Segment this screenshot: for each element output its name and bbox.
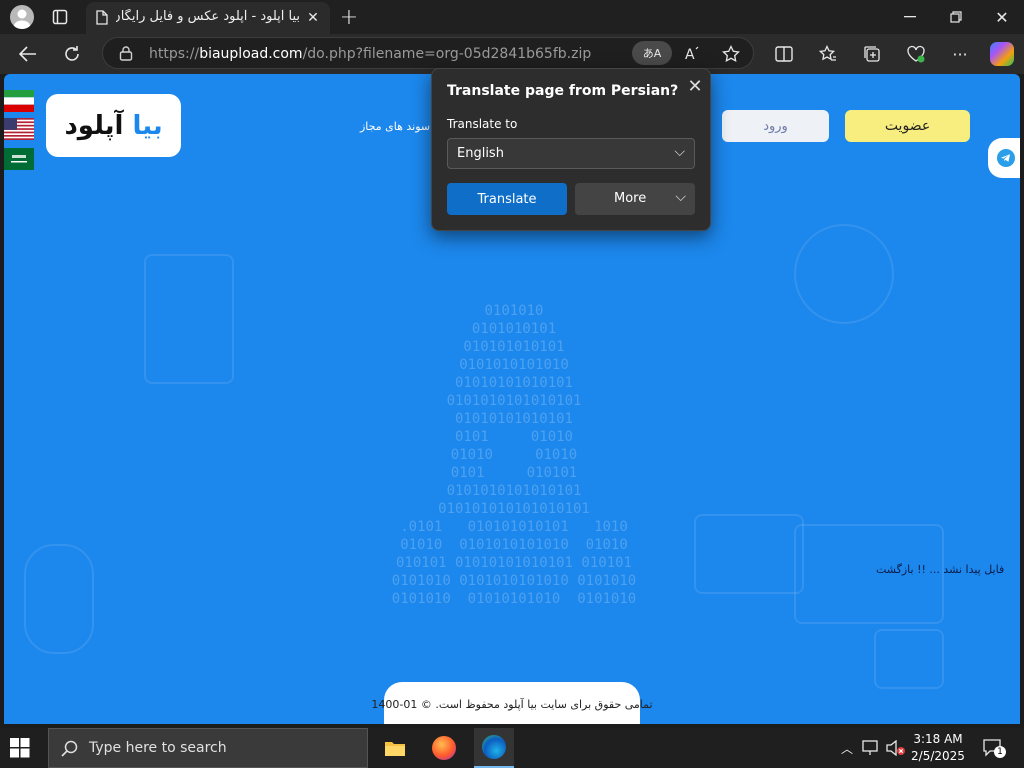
- edge-taskbar-icon[interactable]: [474, 728, 514, 768]
- login-button[interactable]: ورود: [722, 110, 829, 142]
- show-hidden-icons-chevron[interactable]: ︿: [838, 738, 856, 758]
- background-decoration: [874, 629, 944, 689]
- url-text[interactable]: https://biaupload.com/do.php?filename=or…: [149, 46, 591, 62]
- more-options-button[interactable]: More ⌵: [575, 183, 695, 215]
- windows-taskbar: Type here to search ︿ 3:18 AM 2/5/2025 1: [0, 728, 1024, 768]
- new-tab-button[interactable]: +: [338, 4, 360, 30]
- translate-button[interactable]: Translate: [447, 183, 567, 215]
- browser-essentials-icon[interactable]: [904, 42, 928, 66]
- translate-popup-title: Translate page from Persian?: [447, 83, 679, 99]
- restore-icon[interactable]: [944, 6, 968, 28]
- browser-tab-active[interactable]: بیا آپلود - آپلود عکس و فایل رایگان ✕: [86, 2, 330, 34]
- copyright-footer: تمامی حقوق برای سایت بیا آپلود محفوظ است…: [371, 682, 653, 724]
- window-close-icon[interactable]: ✕: [990, 5, 1014, 29]
- binary-background-art: 0101010 0101010101 010101010101 01010101…: [391, 303, 637, 607]
- user-icon: [14, 9, 30, 29]
- minimize-icon[interactable]: [898, 6, 922, 28]
- file-not-found-return-link[interactable]: فایل پیدا نشد ... !! بازگشت: [876, 563, 1004, 576]
- tab-close-icon[interactable]: ✕: [304, 9, 322, 27]
- address-bar[interactable]: https://biaupload.com/do.php?filename=or…: [102, 37, 754, 69]
- favorites-icon[interactable]: [816, 42, 840, 66]
- site-logo[interactable]: بیا آپلود: [46, 94, 181, 157]
- tab-title: بیا آپلود - آپلود عکس و فایل رایگان: [116, 9, 300, 24]
- chevron-down-icon: ⌵: [675, 189, 686, 205]
- signup-button[interactable]: عضویت: [845, 110, 970, 142]
- tab-actions-icon[interactable]: [50, 7, 70, 27]
- copilot-icon[interactable]: [990, 42, 1014, 66]
- logo-text-upload: آپلود: [64, 110, 124, 141]
- url-prefix: https://: [149, 46, 200, 62]
- more-button-label: More: [614, 191, 647, 206]
- telegram-button[interactable]: [988, 138, 1020, 178]
- iran-flag-icon[interactable]: [4, 90, 34, 112]
- read-aloud-icon[interactable]: A: [681, 42, 705, 66]
- us-flag-icon[interactable]: [4, 118, 34, 140]
- popup-close-icon[interactable]: ✕: [684, 75, 706, 97]
- windows-logo-icon: [10, 738, 30, 758]
- svg-text:A: A: [685, 47, 695, 62]
- taskbar-clock[interactable]: 3:18 AM 2/5/2025: [908, 731, 968, 765]
- background-decoration: [794, 224, 894, 324]
- more-menu-icon[interactable]: ···: [948, 42, 972, 66]
- background-decoration: [24, 544, 94, 654]
- allowed-extensions-link[interactable]: سوند های مجاز: [360, 120, 430, 133]
- collections-icon[interactable]: [860, 42, 884, 66]
- refresh-icon[interactable]: [60, 42, 84, 66]
- search-icon: [61, 740, 78, 757]
- translate-popup: Translate page from Persian? ✕ Translate…: [431, 68, 711, 231]
- favorite-star-icon[interactable]: [719, 42, 743, 66]
- saudi-flag-icon[interactable]: [4, 148, 34, 170]
- chevron-down-icon: ⌵: [674, 144, 685, 160]
- selected-language: English: [457, 146, 504, 161]
- telegram-icon: [997, 149, 1015, 167]
- url-path: /do.php?filename=org-05d2841b65fb.zip: [302, 46, 592, 62]
- page-icon: [96, 10, 108, 25]
- clock-time: 3:18 AM: [913, 732, 963, 746]
- volume-muted-icon[interactable]: [886, 739, 906, 757]
- profile-avatar[interactable]: [10, 5, 34, 29]
- translate-page-icon[interactable]: あA: [632, 41, 672, 65]
- logo-text-bia: بیا: [132, 110, 163, 141]
- notifications-icon[interactable]: 1: [982, 738, 1006, 758]
- back-arrow-icon[interactable]: [16, 42, 40, 66]
- svg-text:あA: あA: [643, 47, 662, 60]
- taskbar-search-box[interactable]: Type here to search: [48, 728, 368, 768]
- background-decoration: [144, 254, 234, 384]
- start-button[interactable]: [10, 738, 38, 760]
- browser-titlebar: بیا آپلود - آپلود عکس و فایل رایگان ✕ + …: [0, 0, 1024, 34]
- target-language-select[interactable]: English ⌵: [447, 138, 695, 169]
- split-screen-icon[interactable]: [772, 42, 796, 66]
- translate-to-label: Translate to: [447, 117, 518, 131]
- clock-date: 2/5/2025: [911, 749, 965, 763]
- lock-icon[interactable]: [119, 46, 133, 61]
- search-placeholder: Type here to search: [89, 740, 227, 756]
- url-host: biaupload.com: [199, 46, 303, 62]
- file-explorer-taskbar-icon[interactable]: [384, 738, 406, 758]
- network-icon[interactable]: [862, 740, 880, 756]
- firefox-taskbar-icon[interactable]: [432, 736, 456, 760]
- notification-badge: 1: [994, 746, 1006, 758]
